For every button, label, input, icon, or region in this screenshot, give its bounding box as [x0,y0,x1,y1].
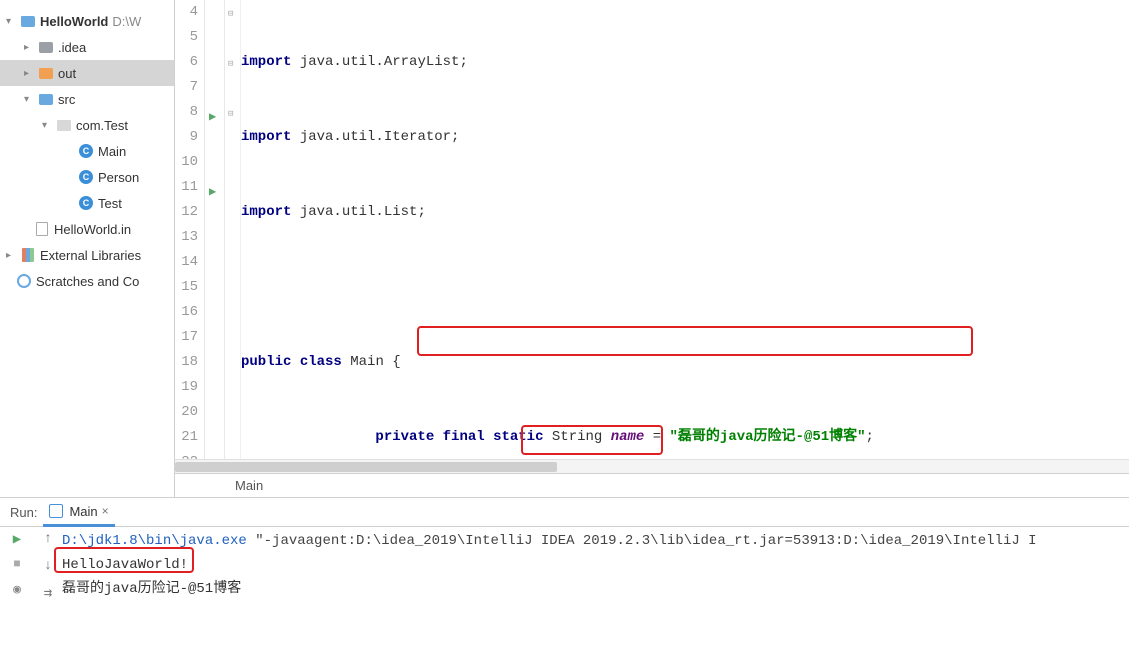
tree-item-libraries[interactable]: ▸ External Libraries [0,242,174,268]
tree-path: D:\W [112,14,141,29]
package-icon [56,117,72,133]
tree-item-scratches[interactable]: Scratches and Co [0,268,174,294]
run-tab-label: Main [69,504,97,519]
run-gutter-icon[interactable]: ▶ [209,180,216,205]
breadcrumb-item[interactable]: Main [235,478,263,493]
tree-item-main[interactable]: C Main [0,138,174,164]
tree-label: out [58,66,76,81]
breadcrumb[interactable]: Main [175,473,1129,497]
console-line: 磊哥的java历险记-@51博客 [62,577,1129,601]
chevron-down-icon: ▾ [24,94,34,105]
code-lines[interactable]: import java.util.ArrayList; import java.… [241,0,1129,473]
project-tree: ▾ HelloWorld D:\W ▸ .idea ▸ out ▾ src ▾ … [0,0,175,497]
folder-icon [20,13,36,29]
scratch-icon [16,273,32,289]
library-icon [20,247,36,263]
tree-label: Scratches and Co [36,274,139,289]
fold-column: ⊟ ⊟ ⊟ [225,0,241,473]
annotation-box [521,425,663,455]
chevron-down-icon: ▾ [6,16,16,27]
tree-item-out[interactable]: ▸ out [0,60,174,86]
gutter-run-icons: ▶ ▶ [205,0,225,473]
tree-item-person[interactable]: C Person [0,164,174,190]
tree-label: com.Test [76,118,128,133]
editor-scrollbar[interactable] [175,459,1129,473]
console-line: "-javaagent:D:\idea_2019\IntelliJ IDEA 2… [247,533,1037,549]
file-icon [34,221,50,237]
tree-label: HelloWorld.in [54,222,131,237]
scrollbar-thumb[interactable] [175,462,557,472]
annotation-box [54,547,194,573]
run-config-icon [49,504,63,518]
class-icon: C [78,143,94,159]
run-panel: Run: Main × ▶ ■ ◉ ↑ ↓ ⇉ D:\jdk1.8\bin\ja… [0,498,1129,653]
wrap-icon[interactable]: ⇉ [40,585,56,601]
stop-icon[interactable]: ■ [9,556,25,572]
run-tab[interactable]: Main × [43,499,114,527]
run-tool-column-2: ↑ ↓ ⇉ [34,527,62,653]
tree-label: Test [98,196,122,211]
console-line: HelloJavaWorld! [62,553,1129,577]
chevron-down-icon: ▾ [42,120,52,131]
run-panel-header: Run: Main × [0,499,1129,527]
camera-icon[interactable]: ◉ [9,581,25,597]
tree-item-package[interactable]: ▾ com.Test [0,112,174,138]
annotation-box [417,326,973,356]
tree-item-src[interactable]: ▾ src [0,86,174,112]
editor: 4 5 6 7 8 9 10 11 12 13 14 15 16 17 18 1… [175,0,1129,497]
tree-label: src [58,92,75,107]
class-icon: C [78,169,94,185]
up-icon[interactable]: ↑ [40,531,56,547]
tree-item-test[interactable]: C Test [0,190,174,216]
gutter-linenumbers: 4 5 6 7 8 9 10 11 12 13 14 15 16 17 18 1… [175,0,205,473]
tree-label: HelloWorld [40,14,108,29]
tree-label: Person [98,170,139,185]
run-tool-column-1: ▶ ■ ◉ [0,527,34,653]
folder-icon [38,39,54,55]
run-gutter-icon[interactable]: ▶ [209,105,216,130]
console-output[interactable]: D:\jdk1.8\bin\java.exe "-javaagent:D:\id… [62,527,1129,653]
tree-item-iml[interactable]: HelloWorld.in [0,216,174,242]
rerun-icon[interactable]: ▶ [9,531,25,547]
tree-root[interactable]: ▾ HelloWorld D:\W [0,8,174,34]
tree-label: External Libraries [40,248,141,263]
chevron-right-icon: ▸ [24,42,34,53]
code-area[interactable]: 4 5 6 7 8 9 10 11 12 13 14 15 16 17 18 1… [175,0,1129,473]
folder-icon [38,65,54,81]
chevron-right-icon: ▸ [6,250,16,261]
chevron-right-icon: ▸ [24,68,34,79]
close-icon[interactable]: × [102,504,109,518]
tree-label: Main [98,144,126,159]
folder-icon [38,91,54,107]
class-icon: C [78,195,94,211]
tree-label: .idea [58,40,86,55]
tree-item-idea[interactable]: ▸ .idea [0,34,174,60]
run-label: Run: [4,505,43,520]
